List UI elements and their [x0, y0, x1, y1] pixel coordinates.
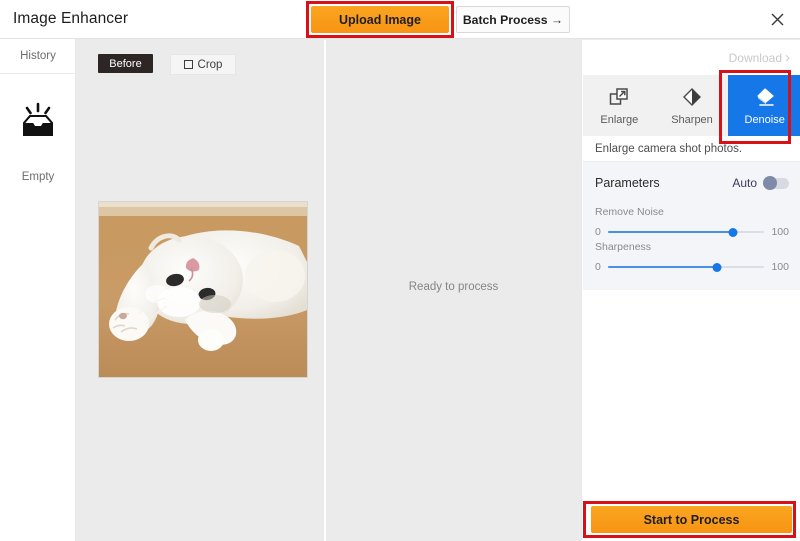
start-to-process-button[interactable]: Start to Process — [591, 506, 792, 533]
source-image-preview[interactable] — [98, 201, 308, 378]
auto-label: Auto — [732, 176, 757, 190]
before-tab[interactable]: Before — [98, 54, 153, 73]
slider-max-sharpeness: 100 — [771, 261, 789, 273]
mode-tab-sharpen[interactable]: Sharpen — [656, 75, 729, 136]
parameters-card: Parameters Auto Remove Noise 0 100 Sharp… — [583, 162, 800, 290]
slider-sharpeness: Sharpeness 0 100 — [595, 241, 789, 273]
history-label: History — [20, 50, 56, 62]
auto-toggle[interactable] — [763, 176, 789, 190]
status-text: Ready to process — [408, 281, 499, 293]
mode-label-sharpen: Sharpen — [671, 113, 713, 126]
slider-min-remove-noise: 0 — [595, 226, 601, 238]
mode-label-denoise: Denoise — [744, 113, 785, 126]
history-sidebar: History Empty — [0, 39, 76, 541]
slider-remove-noise: Remove Noise 0 100 — [595, 206, 789, 238]
mode-tab-enlarge[interactable]: Enlarge — [583, 75, 656, 136]
sharpen-icon — [682, 86, 702, 108]
slider-label-remove-noise: Remove Noise — [595, 206, 664, 218]
download-button[interactable]: Download › — [729, 50, 790, 65]
page-title: Image Enhancer — [13, 10, 129, 27]
tools-panel: Download › Enlarge Sharpen Denoise Enlar… — [581, 40, 800, 541]
slider-track-remove-noise[interactable] — [607, 227, 765, 237]
parameters-title: Parameters — [595, 176, 660, 190]
sidebar-item-history[interactable]: History — [0, 39, 76, 74]
app-header: Image Enhancer Upload Image Batch Proces… — [0, 0, 800, 39]
batch-process-button[interactable]: Batch Process → — [456, 6, 570, 33]
slider-track-sharpeness[interactable] — [607, 262, 765, 272]
auto-toggle-group[interactable]: Auto — [732, 176, 789, 190]
result-panel: Ready to process — [326, 40, 581, 541]
denoise-eraser-icon — [754, 86, 776, 108]
mode-label-enlarge: Enlarge — [600, 113, 639, 126]
upload-image-button[interactable]: Upload Image — [311, 6, 449, 33]
crop-label: Crop — [197, 58, 223, 71]
toggle-knob — [763, 176, 777, 190]
slider-row-remove-noise: 0 100 — [595, 226, 789, 238]
source-image-panel: Before Crop — [77, 40, 324, 541]
slider-fill-remove-noise — [607, 231, 734, 233]
empty-inbox-icon — [14, 101, 62, 145]
download-label: Download — [728, 50, 782, 65]
slider-label-sharpeness: Sharpeness — [595, 241, 652, 253]
slider-fill-sharpeness — [607, 266, 718, 268]
close-icon[interactable] — [764, 6, 790, 32]
mode-description: Enlarge camera shot photos. — [583, 136, 800, 162]
slider-min-sharpeness: 0 — [595, 261, 601, 273]
parameters-header: Parameters Auto — [595, 174, 789, 192]
history-empty-state: Empty — [0, 101, 76, 183]
enlarge-icon — [609, 86, 629, 108]
enhance-mode-tabs: Enlarge Sharpen Denoise — [583, 75, 800, 136]
empty-label: Empty — [21, 171, 55, 183]
image-enhancer-window: Image Enhancer Upload Image Batch Proces… — [0, 0, 800, 541]
crop-button[interactable]: Crop — [170, 54, 236, 75]
chevron-right-icon: › — [785, 49, 790, 66]
slider-thumb-sharpeness[interactable] — [712, 262, 722, 272]
mode-tab-denoise[interactable]: Denoise — [728, 75, 800, 136]
slider-row-sharpeness: 0 100 — [595, 261, 789, 273]
slider-thumb-remove-noise[interactable] — [728, 227, 738, 237]
slider-max-remove-noise: 100 — [771, 226, 789, 238]
crop-icon — [183, 60, 193, 69]
